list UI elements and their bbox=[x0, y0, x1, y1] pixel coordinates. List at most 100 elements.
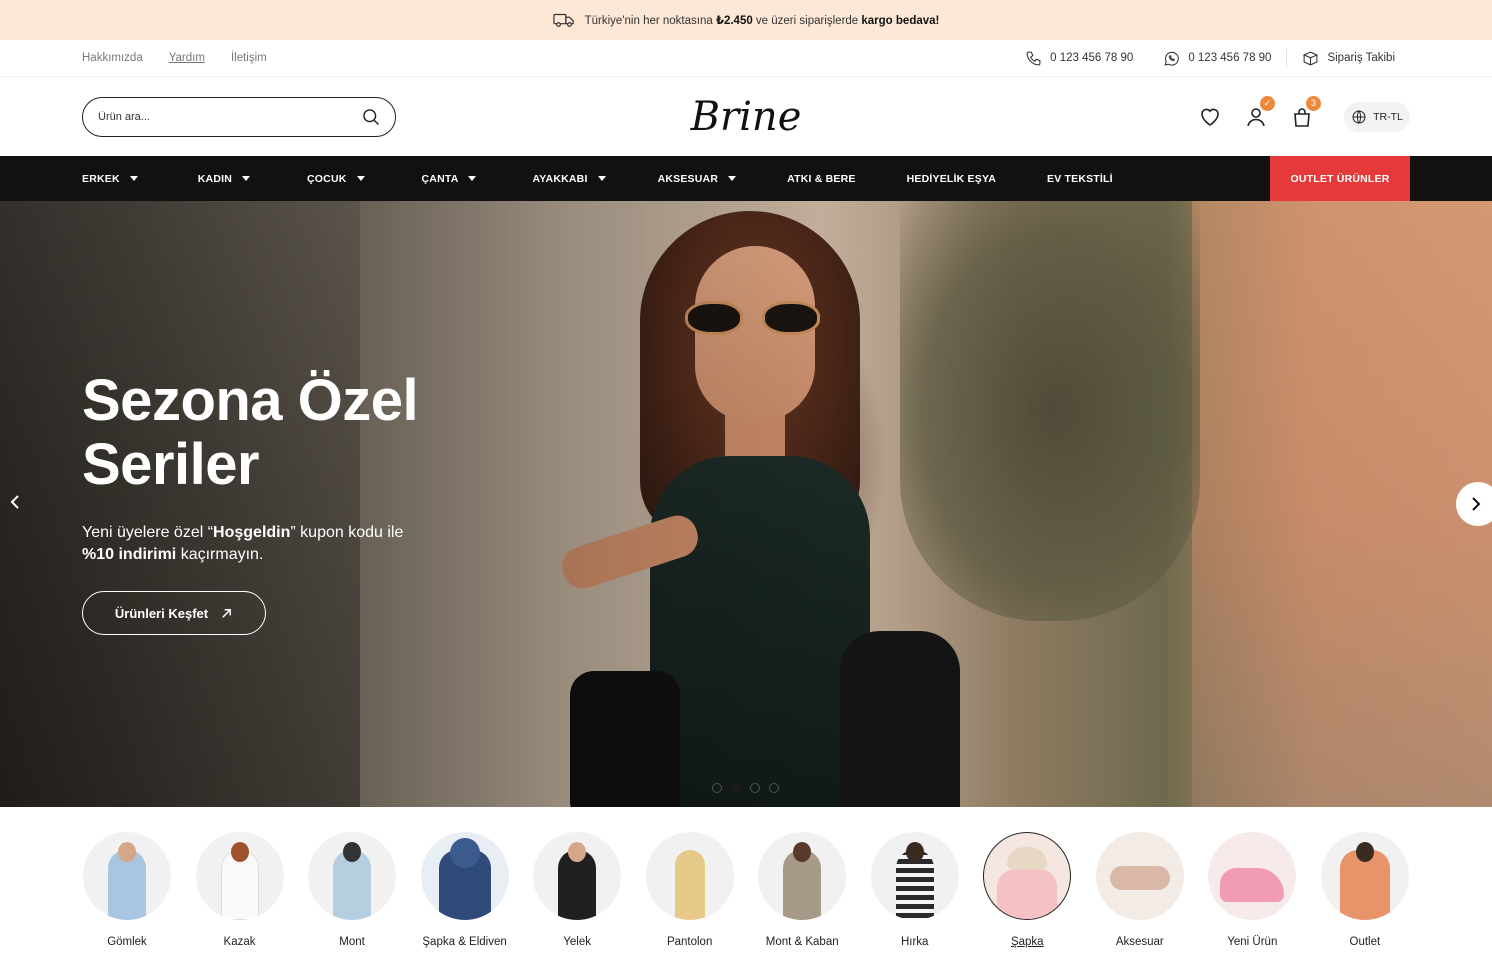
arrow-up-right-icon bbox=[222, 608, 232, 618]
category-label: Şapka & Eldiven bbox=[422, 936, 507, 948]
nav-label: EV TEKSTİLİ bbox=[1046, 172, 1113, 185]
slider-dot-active[interactable] bbox=[731, 783, 741, 793]
caret-down-icon bbox=[468, 176, 477, 181]
nav-item-ayakkabi[interactable]: AYAKKABI bbox=[532, 172, 606, 185]
order-tracking-label: Sipariş Takibi bbox=[1327, 52, 1395, 64]
slider-dot[interactable] bbox=[712, 783, 722, 793]
search-input[interactable] bbox=[98, 110, 361, 123]
nav-label: KADIN bbox=[197, 172, 233, 185]
cart-count-badge: 3 bbox=[1306, 95, 1321, 111]
nav-item-hediyelik[interactable]: HEDİYELİK EŞYA bbox=[907, 173, 996, 185]
category-carousel: Gömlek Kazak Mont Şapka & Eldiven Yelek … bbox=[0, 807, 1492, 960]
hero-slider: Sezona Özel Seriler Yeni üyelere özel “H… bbox=[0, 201, 1492, 807]
caret-down-icon bbox=[597, 176, 606, 181]
category-label: Outlet bbox=[1349, 936, 1381, 948]
delivery-truck-icon bbox=[552, 13, 574, 28]
slider-dot[interactable] bbox=[750, 783, 760, 793]
whatsapp-number: 0 123 456 78 90 bbox=[1188, 52, 1272, 64]
hero-content: Sezona Özel Seriler Yeni üyelere özel “H… bbox=[82, 369, 502, 635]
nav-label: AYAKKABI bbox=[532, 172, 588, 185]
nav-item-erkek[interactable]: ERKEK bbox=[82, 173, 138, 185]
link-help[interactable]: Yardım bbox=[169, 52, 205, 64]
category-item[interactable]: Aksesuar bbox=[1095, 832, 1185, 960]
nav-item-kadin[interactable]: KADIN bbox=[197, 172, 251, 185]
header-actions: ✓ 3 TR-TL bbox=[1198, 95, 1410, 132]
category-image bbox=[1208, 832, 1297, 920]
nav-item-ev-tekstili[interactable]: EV TEKSTİLİ bbox=[1047, 173, 1113, 185]
category-image bbox=[83, 832, 171, 920]
category-label: Yeni Ürün bbox=[1227, 936, 1278, 948]
slider-pagination bbox=[712, 783, 779, 793]
utility-bar: Hakkımızda Yardım İletişim 0 123 456 78 … bbox=[0, 40, 1492, 77]
category-image bbox=[195, 832, 284, 920]
slider-next-button[interactable] bbox=[1456, 482, 1492, 526]
nav-label: ERKEK bbox=[82, 172, 120, 185]
nav-item-cocuk[interactable]: ÇOCUK bbox=[307, 173, 365, 185]
nav-item-atki-bere[interactable]: ATKI & BERE bbox=[787, 173, 856, 185]
brand-logo[interactable]: Brine bbox=[691, 94, 802, 140]
link-contact[interactable]: İletişim bbox=[231, 52, 267, 64]
account-badge: ✓ bbox=[1260, 95, 1275, 111]
announcement-bar: Türkiye'nin her noktasına ₺2.450 ve üzer… bbox=[0, 0, 1492, 40]
hero-subtitle: Yeni üyelere özel “Hoşgeldin” kupon kodu… bbox=[82, 524, 404, 563]
utility-contact: 0 123 456 78 90 0 123 456 78 90 Sipariş … bbox=[1010, 49, 1410, 67]
announcement-text: Türkiye'nin her noktasına ₺2.450 ve üzer… bbox=[584, 15, 940, 27]
category-image bbox=[533, 832, 622, 920]
nav-label: ATKI & BERE bbox=[787, 172, 856, 185]
caret-down-icon bbox=[242, 176, 251, 181]
category-item[interactable]: Pantolon bbox=[645, 832, 735, 960]
category-item[interactable]: Kazak bbox=[195, 832, 285, 960]
category-label: Pantolon bbox=[666, 936, 713, 948]
search-icon[interactable] bbox=[361, 107, 381, 127]
category-item[interactable]: Yelek bbox=[532, 832, 622, 960]
chevron-right-icon bbox=[1472, 497, 1481, 511]
link-about[interactable]: Hakkımızda bbox=[82, 52, 143, 64]
cart-button[interactable]: 3 bbox=[1290, 95, 1321, 129]
discover-products-button[interactable]: Ürünleri Keşfet bbox=[82, 591, 266, 635]
category-image bbox=[758, 832, 847, 920]
hero-title: Sezona Özel Seriler bbox=[82, 368, 419, 497]
heart-icon bbox=[1201, 108, 1219, 126]
order-tracking-link[interactable]: Sipariş Takibi bbox=[1287, 50, 1410, 67]
category-label: Mont & Kaban bbox=[765, 936, 839, 948]
category-image bbox=[870, 832, 959, 920]
category-image bbox=[1320, 832, 1409, 920]
category-label: Şapka bbox=[1010, 936, 1044, 948]
category-label: Aksesuar bbox=[1115, 936, 1164, 948]
account-button[interactable]: ✓ bbox=[1244, 95, 1275, 129]
whatsapp-contact[interactable]: 0 123 456 78 90 bbox=[1148, 50, 1286, 67]
category-item[interactable]: Mont bbox=[307, 832, 397, 960]
nav-label: ÇANTA bbox=[421, 172, 459, 185]
category-item[interactable]: Şapka bbox=[982, 832, 1072, 960]
package-icon bbox=[1303, 51, 1319, 65]
nav-label: AKSESUAR bbox=[657, 172, 719, 185]
category-image-selected bbox=[983, 832, 1072, 920]
language-selector[interactable]: TR-TL bbox=[1344, 101, 1410, 132]
outlet-button[interactable]: OUTLET ÜRÜNLER bbox=[1270, 156, 1410, 201]
caret-down-icon bbox=[728, 176, 737, 181]
category-item[interactable]: Hırka bbox=[870, 832, 960, 960]
category-label: Hırka bbox=[900, 936, 929, 948]
nav-item-canta[interactable]: ÇANTA bbox=[422, 173, 477, 185]
category-item[interactable]: Mont & Kaban bbox=[757, 832, 847, 960]
phone-contact[interactable]: 0 123 456 78 90 bbox=[1010, 50, 1148, 67]
phone-icon bbox=[1026, 51, 1041, 65]
nav-item-aksesuar[interactable]: AKSESUAR bbox=[658, 173, 737, 185]
category-label: Mont bbox=[339, 936, 365, 948]
category-image bbox=[420, 832, 509, 920]
slider-prev-button[interactable] bbox=[8, 494, 24, 514]
whatsapp-icon bbox=[1164, 51, 1180, 66]
category-item[interactable]: Outlet bbox=[1320, 832, 1410, 960]
category-image bbox=[645, 832, 734, 920]
nav-label: HEDİYELİK EŞYA bbox=[906, 172, 996, 185]
category-item[interactable]: Gömlek bbox=[82, 832, 172, 960]
main-nav: ERKEK KADIN ÇOCUK ÇANTA AYAKKABI AKSESUA… bbox=[0, 156, 1492, 201]
slider-dot[interactable] bbox=[769, 783, 779, 793]
category-item[interactable]: Şapka & Eldiven bbox=[420, 832, 510, 960]
search-box[interactable] bbox=[82, 96, 396, 137]
language-label: TR-TL bbox=[1373, 110, 1403, 123]
category-image bbox=[1095, 832, 1184, 920]
wishlist-button[interactable] bbox=[1198, 105, 1222, 129]
category-label: Gömlek bbox=[107, 936, 147, 948]
category-item[interactable]: Yeni Ürün bbox=[1207, 832, 1297, 960]
